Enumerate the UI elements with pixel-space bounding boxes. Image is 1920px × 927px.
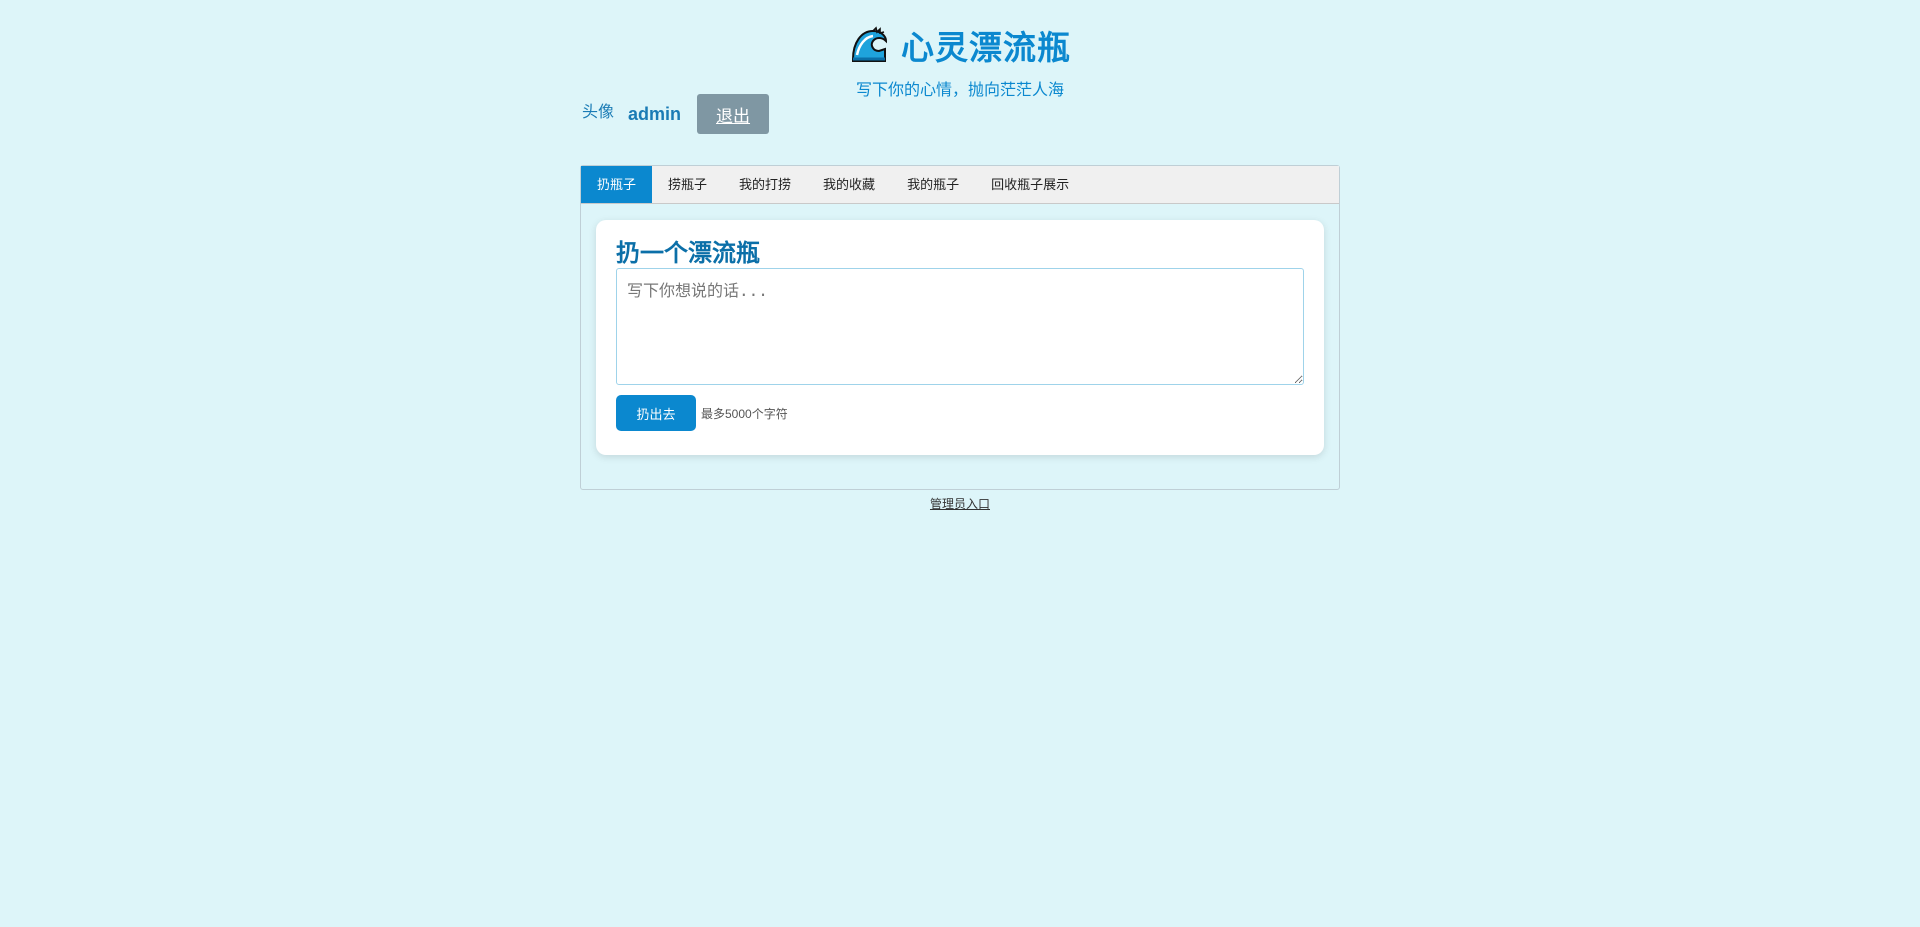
admin-entry-link[interactable]: 管理员入口	[0, 495, 1920, 512]
char-limit-hint: 最多5000个字符	[701, 406, 788, 421]
logout-button[interactable]: 退出	[697, 94, 770, 134]
app-tagline: 写下你的心情，抛向茫茫人海	[855, 82, 1064, 99]
brand-header: 心灵漂流瓶 写下你的心情，抛向茫茫人海	[0, 22, 1920, 100]
tab-recycled-bottles[interactable]: 回收瓶子展示	[975, 166, 1085, 203]
card-title: 扔一个漂流瓶	[616, 240, 760, 267]
username: admin	[628, 103, 682, 124]
page: 心灵漂流瓶 写下你的心情，抛向茫茫人海 头像 admin 退出 扔瓶子 捞瓶子 …	[0, 0, 1920, 927]
brand-title-row: 心灵漂流瓶	[849, 22, 1071, 68]
tab-throw-bottle[interactable]: 扔瓶子	[581, 166, 653, 203]
form-actions: 扔出去 最多5000个字符	[616, 395, 1304, 431]
app-title: 心灵漂流瓶	[901, 29, 1071, 66]
tab-bar: 扔瓶子 捞瓶子 我的打捞 我的收藏 我的瓶子 回收瓶子展示	[581, 166, 1339, 204]
throw-button[interactable]: 扔出去	[616, 395, 696, 431]
tab-my-favorites[interactable]: 我的收藏	[807, 166, 891, 203]
message-input[interactable]	[616, 268, 1304, 385]
avatar: 头像	[582, 104, 615, 121]
tab-fish-bottle[interactable]: 捞瓶子	[652, 166, 723, 203]
tab-my-bottles[interactable]: 我的瓶子	[891, 166, 975, 203]
main-panel: 扔瓶子 捞瓶子 我的打捞 我的收藏 我的瓶子 回收瓶子展示 扔一个漂流瓶 扔出去…	[580, 165, 1340, 490]
user-bar: 头像 admin 退出	[582, 94, 770, 134]
wave-icon	[849, 25, 889, 65]
tab-my-catches[interactable]: 我的打捞	[723, 166, 807, 203]
throw-bottle-card: 扔一个漂流瓶 扔出去 最多5000个字符	[596, 220, 1324, 455]
